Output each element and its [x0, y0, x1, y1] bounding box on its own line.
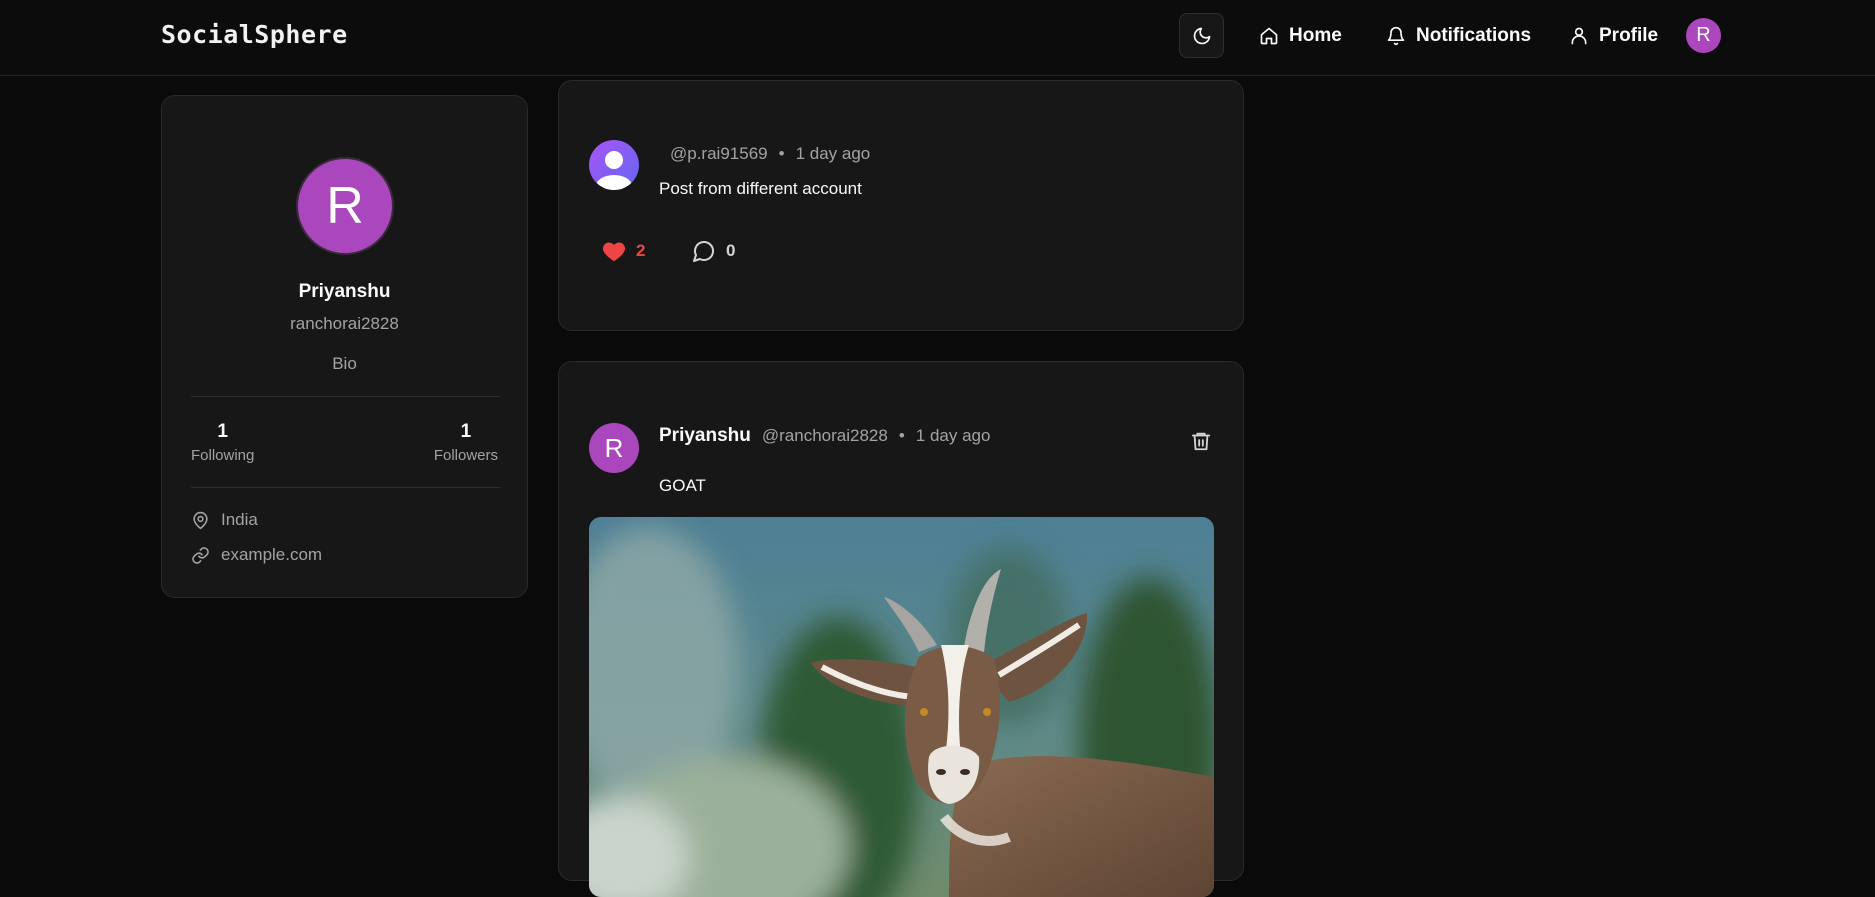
profile-bio: Bio [332, 354, 357, 373]
map-pin-icon [193, 511, 208, 529]
profile-avatar: R [296, 157, 394, 255]
delete-post-button[interactable] [1190, 430, 1214, 454]
following-stat[interactable]: 1 Following [191, 421, 254, 464]
comment-icon [693, 241, 714, 262]
profile-card: R Priyanshu ranchorai2828 Bio 1 Followin… [161, 95, 528, 598]
post-timestamp: 1 day ago [795, 144, 871, 163]
like-button[interactable]: 2 [602, 239, 645, 263]
post-handle[interactable]: @ranchorai2828 [762, 426, 888, 446]
profile-location-text: India [221, 510, 258, 529]
profile-divider [191, 396, 500, 397]
brand-logo[interactable]: SocialSphere [161, 20, 348, 49]
post-text: Post from different account [659, 179, 862, 198]
profile-website-link[interactable]: example.com [221, 545, 322, 565]
profile-divider [191, 487, 500, 488]
profile-website[interactable]: example.com [191, 545, 322, 565]
following-count: 1 [217, 421, 228, 442]
post-image[interactable] [589, 517, 1214, 897]
post-header: @p.rai91569 • 1 day ago [659, 144, 870, 164]
trash-icon [1191, 432, 1211, 451]
post-card: @p.rai91569 • 1 day ago Post from differ… [558, 80, 1244, 331]
post-text: GOAT [659, 476, 706, 495]
profile-location: India [191, 510, 258, 530]
nav-notifications-label: Notifications [1416, 25, 1532, 46]
top-navbar: SocialSphere Home Notifications Profile … [0, 0, 1875, 76]
followers-count: 1 [460, 421, 472, 442]
nav-notifications-link[interactable]: Notifications [1386, 22, 1531, 50]
user-avatar[interactable]: R [1686, 18, 1721, 53]
profile-username: ranchorai2828 [290, 314, 399, 333]
like-count: 2 [636, 241, 646, 260]
nav-home-label: Home [1289, 25, 1342, 46]
post-card: R Priyanshu @ranchorai2828 • 1 day ago G… [558, 361, 1244, 897]
home-icon [1260, 27, 1278, 45]
goat-photo [589, 517, 1214, 897]
followers-stat[interactable]: 1 Followers [434, 421, 498, 464]
heart-icon [603, 242, 625, 261]
post-timestamp: 1 day ago [915, 426, 991, 445]
user-icon [1571, 27, 1587, 45]
link-icon [192, 546, 209, 564]
following-label: Following [191, 447, 255, 464]
post-handle[interactable]: @p.rai91569 [670, 144, 768, 164]
post-separator: • [778, 144, 785, 163]
post-author-avatar[interactable]: R [589, 423, 639, 473]
nav-profile-label: Profile [1599, 25, 1659, 46]
post-separator: • [898, 426, 905, 445]
bell-icon [1387, 26, 1405, 46]
comment-button[interactable]: 0 [692, 239, 735, 263]
nav-home-link[interactable]: Home [1259, 22, 1342, 50]
followers-label: Followers [433, 447, 498, 464]
post-header: Priyanshu @ranchorai2828 • 1 day ago [659, 425, 990, 447]
moon-icon [1193, 27, 1210, 44]
nav-profile-link[interactable]: Profile [1569, 22, 1658, 50]
comment-count: 0 [726, 241, 736, 260]
profile-name: Priyanshu [298, 281, 391, 302]
default-user-avatar[interactable] [589, 140, 639, 190]
theme-toggle-button[interactable] [1179, 13, 1224, 58]
post-author[interactable]: Priyanshu [659, 425, 751, 447]
